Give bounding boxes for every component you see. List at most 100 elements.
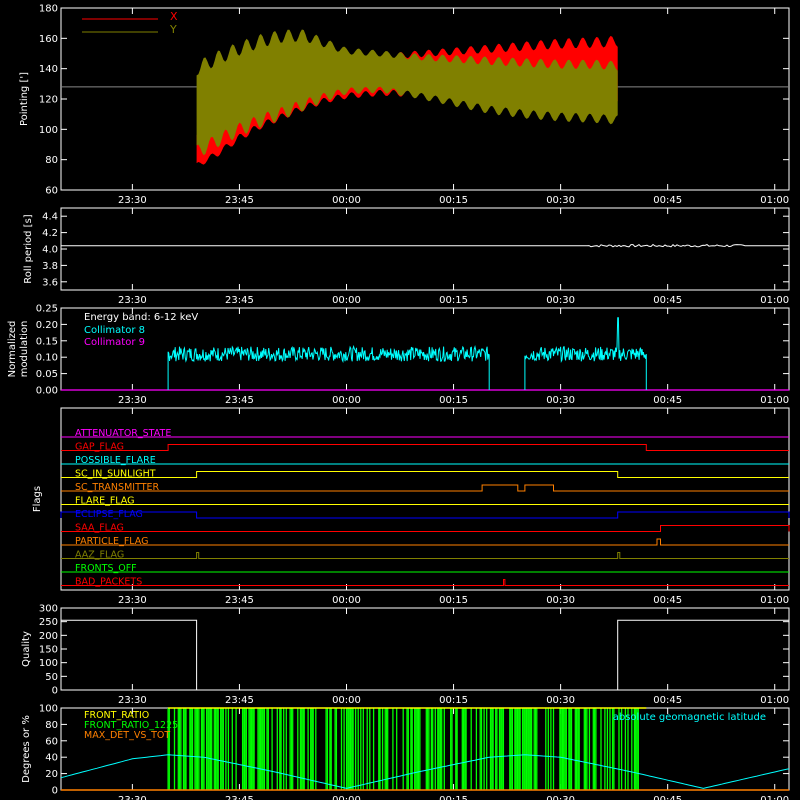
flag-line-sc_in_sunlight bbox=[61, 471, 789, 478]
flags-xtick-label: 00:45 bbox=[653, 595, 682, 606]
flags-xtick-label: 00:15 bbox=[439, 595, 468, 606]
roll-xtick-label: 23:30 bbox=[118, 295, 147, 306]
pointing-ytick-label: 140 bbox=[39, 64, 58, 75]
roll-xtick-label: 23:45 bbox=[225, 295, 254, 306]
roll-ylabel: Roll period [s] bbox=[23, 214, 34, 283]
pointing-legend-label: Y bbox=[169, 23, 177, 36]
flag-label: FLARE_FLAG bbox=[75, 496, 135, 507]
roll-xtick-label: 01:00 bbox=[760, 295, 789, 306]
flag-line-sc_transmitter bbox=[61, 484, 789, 492]
ratios-ytick-label: 20 bbox=[45, 769, 58, 780]
ratios-ytick-label: 100 bbox=[39, 704, 58, 715]
ratios-xtick-label: 00:30 bbox=[546, 795, 575, 800]
flags-xtick-label: 01:00 bbox=[760, 595, 789, 606]
quality-ytick-label: 0 bbox=[52, 686, 58, 697]
pointing-xtick-label: 23:30 bbox=[118, 195, 147, 206]
ylabel-line: Normalized bbox=[7, 321, 18, 378]
flag-line-eclipse_flag bbox=[60, 511, 790, 519]
pointing-xtick-label: 01:00 bbox=[760, 195, 789, 206]
pointing-ytick-label: 180 bbox=[39, 4, 58, 15]
quality-xtick-label: 23:30 bbox=[118, 695, 147, 706]
ratios-ytick-label: 60 bbox=[45, 736, 58, 747]
modulation-xtick-label: 01:00 bbox=[760, 395, 789, 406]
quality-ylabel: Quality bbox=[21, 631, 32, 667]
modulation-ylabel: Normalizedmodulation bbox=[7, 321, 30, 378]
ratios-xtick-label: 01:00 bbox=[760, 795, 789, 800]
roll-period-line bbox=[61, 243, 789, 248]
modulation-xtick-label: 00:15 bbox=[439, 395, 468, 406]
quality-ytick-label: 300 bbox=[39, 604, 58, 615]
flag-label: ATTENUATOR_STATE bbox=[75, 428, 171, 439]
flag-label: SC_TRANSMITTER bbox=[75, 482, 160, 493]
geomagnetic-latitude-legend: absolute geomagnetic latitude bbox=[613, 712, 766, 723]
modulation-ytick-label: 0.20 bbox=[36, 320, 58, 331]
flags-xtick-label: 00:00 bbox=[332, 595, 361, 606]
flags-xtick-label: 00:30 bbox=[546, 595, 575, 606]
ratios-ytick-label: 0 bbox=[52, 786, 58, 797]
pointing-ytick-label: 160 bbox=[39, 34, 58, 45]
roll-ytick-label: 3.6 bbox=[42, 277, 58, 288]
roll-ytick-label: 3.8 bbox=[42, 261, 58, 272]
quality-ytick-label: 200 bbox=[39, 631, 58, 642]
flag-label: FRONTS_OFF bbox=[75, 563, 137, 574]
roll-xtick-label: 00:00 bbox=[332, 295, 361, 306]
ylabel-line: modulation bbox=[19, 321, 30, 378]
modulation-xtick-label: 00:00 bbox=[332, 395, 361, 406]
modulation-ytick-label: 0.25 bbox=[36, 304, 58, 315]
ratios-legend-label: MAX_DET_VS_TOT bbox=[84, 730, 170, 741]
flag-label: AAZ_FLAG bbox=[75, 550, 124, 561]
quality-xtick-label: 00:00 bbox=[332, 695, 361, 706]
quality-line bbox=[61, 619, 789, 691]
geomagnetic-latitude-line bbox=[60, 754, 790, 789]
ratios-xtick-label: 23:45 bbox=[225, 795, 254, 800]
roll-xtick-label: 00:15 bbox=[439, 295, 468, 306]
ratios-ylabel: Degrees or % bbox=[21, 715, 32, 783]
flag-label: GAP_FLAG bbox=[75, 442, 124, 453]
modulation-xtick-label: 00:45 bbox=[653, 395, 682, 406]
quality-ytick-label: 250 bbox=[39, 617, 58, 628]
pointing-ytick-label: 60 bbox=[45, 186, 58, 197]
pointing-xtick-label: 00:30 bbox=[546, 195, 575, 206]
flag-label: PARTICLE_FLAG bbox=[75, 536, 148, 547]
roll-xtick-label: 00:45 bbox=[653, 295, 682, 306]
modulation-xtick-label: 23:45 bbox=[225, 395, 254, 406]
ratios-xtick-label: 23:30 bbox=[118, 795, 147, 800]
roll-ytick-label: 4.4 bbox=[42, 212, 58, 223]
roll-xtick-label: 00:30 bbox=[546, 295, 575, 306]
pointing-ytick-label: 120 bbox=[39, 95, 58, 106]
pointing-ylabel: Pointing ['] bbox=[19, 72, 30, 126]
ratios-xtick-label: 00:45 bbox=[653, 795, 682, 800]
quality-xtick-label: 00:15 bbox=[439, 695, 468, 706]
flags-xtick-label: 23:45 bbox=[225, 595, 254, 606]
modulation-legend-label: Collimator 8 bbox=[84, 325, 145, 336]
modulation-legend-label: Collimator 9 bbox=[84, 337, 145, 348]
rhessi-quicklook-figure: 23:30 23:45 00:00 00:15 00:30 00:45 01:00 60 80 1… bbox=[7, 4, 790, 800]
modulation-xtick-label: 23:30 bbox=[118, 395, 147, 406]
ratios-xtick-label: 00:15 bbox=[439, 795, 468, 800]
quality-ytick-label: 50 bbox=[45, 672, 58, 683]
roll-ytick-label: 4.2 bbox=[42, 228, 58, 239]
flags-xtick-label: 23:30 bbox=[118, 595, 147, 606]
collimator-8-segment bbox=[167, 344, 490, 390]
flag-line-gap_flag bbox=[61, 444, 789, 451]
pointing-xtick-label: 00:45 bbox=[653, 195, 682, 206]
roll-frame bbox=[60, 207, 790, 291]
flag-label: POSSIBLE_FLARE bbox=[75, 455, 156, 466]
pointing-xtick-label: 00:15 bbox=[439, 195, 468, 206]
ratios-ytick-label: 40 bbox=[45, 753, 58, 764]
modulation-ytick-label: 0.10 bbox=[36, 353, 58, 364]
flag-label: ECLIPSE_FLAG bbox=[75, 509, 143, 520]
pointing-xtick-label: 23:45 bbox=[225, 195, 254, 206]
roll-ytick-label: 4.0 bbox=[42, 245, 58, 256]
modulation-xtick-label: 00:30 bbox=[546, 395, 575, 406]
pointing-legend-label: X bbox=[170, 10, 178, 23]
pointing-xtick-label: 00:00 bbox=[332, 195, 361, 206]
flag-label: SC_IN_SUNLIGHT bbox=[75, 469, 156, 480]
ratios-ytick-label: 80 bbox=[45, 720, 58, 731]
quality-xtick-label: 00:30 bbox=[546, 695, 575, 706]
quality-xtick-label: 00:45 bbox=[653, 695, 682, 706]
quality-xtick-label: 23:45 bbox=[225, 695, 254, 706]
quality-ytick-label: 150 bbox=[39, 645, 58, 656]
pointing-ytick-label: 80 bbox=[45, 155, 58, 166]
flags-ylabel: Flags bbox=[32, 486, 43, 512]
